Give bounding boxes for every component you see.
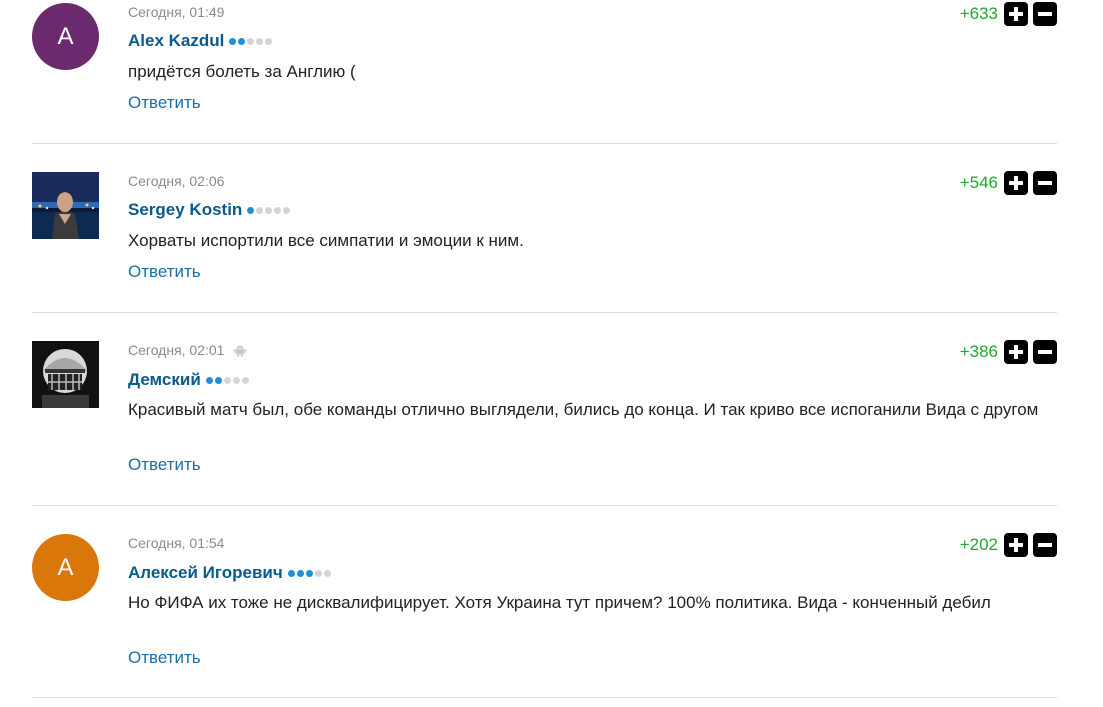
rank-dot	[265, 37, 273, 45]
avatar[interactable]	[32, 341, 99, 408]
comment-meta: Сегодня, 02:01	[128, 342, 247, 358]
avatar[interactable]	[32, 172, 99, 239]
android-icon	[234, 343, 247, 357]
rank-dot	[305, 569, 313, 577]
comment-text: придётся болеть за Англию (	[128, 62, 356, 81]
rank-dot	[232, 376, 240, 384]
upvote-button[interactable]	[1004, 2, 1028, 26]
comment: Сегодня, 02:01 Демский Красивый матч был…	[32, 313, 1057, 506]
rating: +546	[960, 171, 1057, 195]
comment-meta: Сегодня, 02:06	[128, 173, 224, 189]
downvote-button[interactable]	[1033, 533, 1057, 557]
downvote-button[interactable]	[1033, 340, 1057, 364]
rank-dot	[274, 206, 282, 214]
avatar[interactable]: A	[32, 534, 99, 601]
comment: Сегодня, 02:06 Sergey Kostin Хорваты исп…	[32, 144, 1057, 313]
downvote-button[interactable]	[1033, 2, 1057, 26]
author-name[interactable]: Алексей Игоревич	[128, 563, 283, 583]
avatar-letter: A	[57, 553, 74, 581]
rating: +386	[960, 340, 1057, 364]
rank-dot	[287, 569, 295, 577]
rank-dot	[223, 376, 231, 384]
rating: +633	[960, 2, 1057, 26]
minus-icon	[1038, 12, 1052, 16]
downvote-button[interactable]	[1033, 171, 1057, 195]
author-name[interactable]: Sergey Kostin	[128, 200, 242, 220]
comment-time: Сегодня, 01:49	[128, 4, 225, 20]
comment-text: Красивый матч был, обе команды отлично в…	[128, 400, 1039, 419]
user-rank	[205, 376, 249, 384]
avatar-photo	[32, 172, 99, 239]
rank-dot	[256, 206, 264, 214]
user-rank	[229, 37, 273, 45]
rank-dot	[247, 37, 255, 45]
comment-meta: Сегодня, 01:49	[128, 4, 224, 20]
rating-score: +202	[959, 535, 998, 554]
author-line: Alex Kazdul	[128, 31, 273, 51]
comment-text: Но ФИФА их тоже не дисквалифицирует. Хот…	[128, 593, 991, 612]
user-rank	[287, 569, 331, 577]
author-line: Алексей Игоревич	[128, 563, 331, 583]
upvote-button[interactable]	[1004, 533, 1028, 557]
avatar[interactable]: A	[32, 3, 99, 70]
rank-dot	[205, 376, 213, 384]
rank-dot	[214, 376, 222, 384]
comment-time: Сегодня, 01:54	[128, 535, 225, 551]
minus-icon	[1038, 181, 1052, 185]
reply-link[interactable]: Ответить	[128, 455, 201, 475]
comment-text: Хорваты испортили все симпатии и эмоции …	[128, 231, 524, 250]
rank-dot	[256, 37, 264, 45]
rank-dot	[283, 206, 291, 214]
rank-dot	[247, 206, 255, 214]
avatar-letter: A	[57, 22, 74, 50]
rating-score: +546	[959, 173, 998, 192]
author-line: Sergey Kostin	[128, 200, 291, 220]
upvote-button[interactable]	[1004, 171, 1028, 195]
author-line: Демский	[128, 370, 249, 390]
rating: +202	[960, 533, 1057, 557]
rank-dot	[296, 569, 304, 577]
avatar-photo	[32, 341, 99, 408]
rank-dot	[314, 569, 322, 577]
minus-icon	[1038, 350, 1052, 354]
rank-dot	[323, 569, 331, 577]
rank-dot	[229, 37, 237, 45]
comment-meta: Сегодня, 01:54	[128, 535, 224, 551]
rating-score: +386	[959, 342, 998, 361]
comment-time: Сегодня, 02:01	[128, 342, 225, 358]
minus-icon	[1038, 543, 1052, 547]
comment-time: Сегодня, 02:06	[128, 173, 225, 189]
author-name[interactable]: Демский	[128, 370, 201, 390]
reply-link[interactable]: Ответить	[128, 93, 201, 113]
comment: A Сегодня, 01:49 Alex Kazdul придётся бо…	[32, 0, 1057, 144]
reply-link[interactable]: Ответить	[128, 648, 201, 668]
author-name[interactable]: Alex Kazdul	[128, 31, 224, 51]
rating-score: +633	[959, 4, 998, 23]
upvote-button[interactable]	[1004, 340, 1028, 364]
reply-link[interactable]: Ответить	[128, 262, 201, 282]
rank-dot	[238, 37, 246, 45]
comment: A Сегодня, 01:54 Алексей Игоревич Но ФИФ…	[32, 506, 1057, 698]
rank-dot	[265, 206, 273, 214]
user-rank	[247, 206, 291, 214]
rank-dot	[241, 376, 249, 384]
